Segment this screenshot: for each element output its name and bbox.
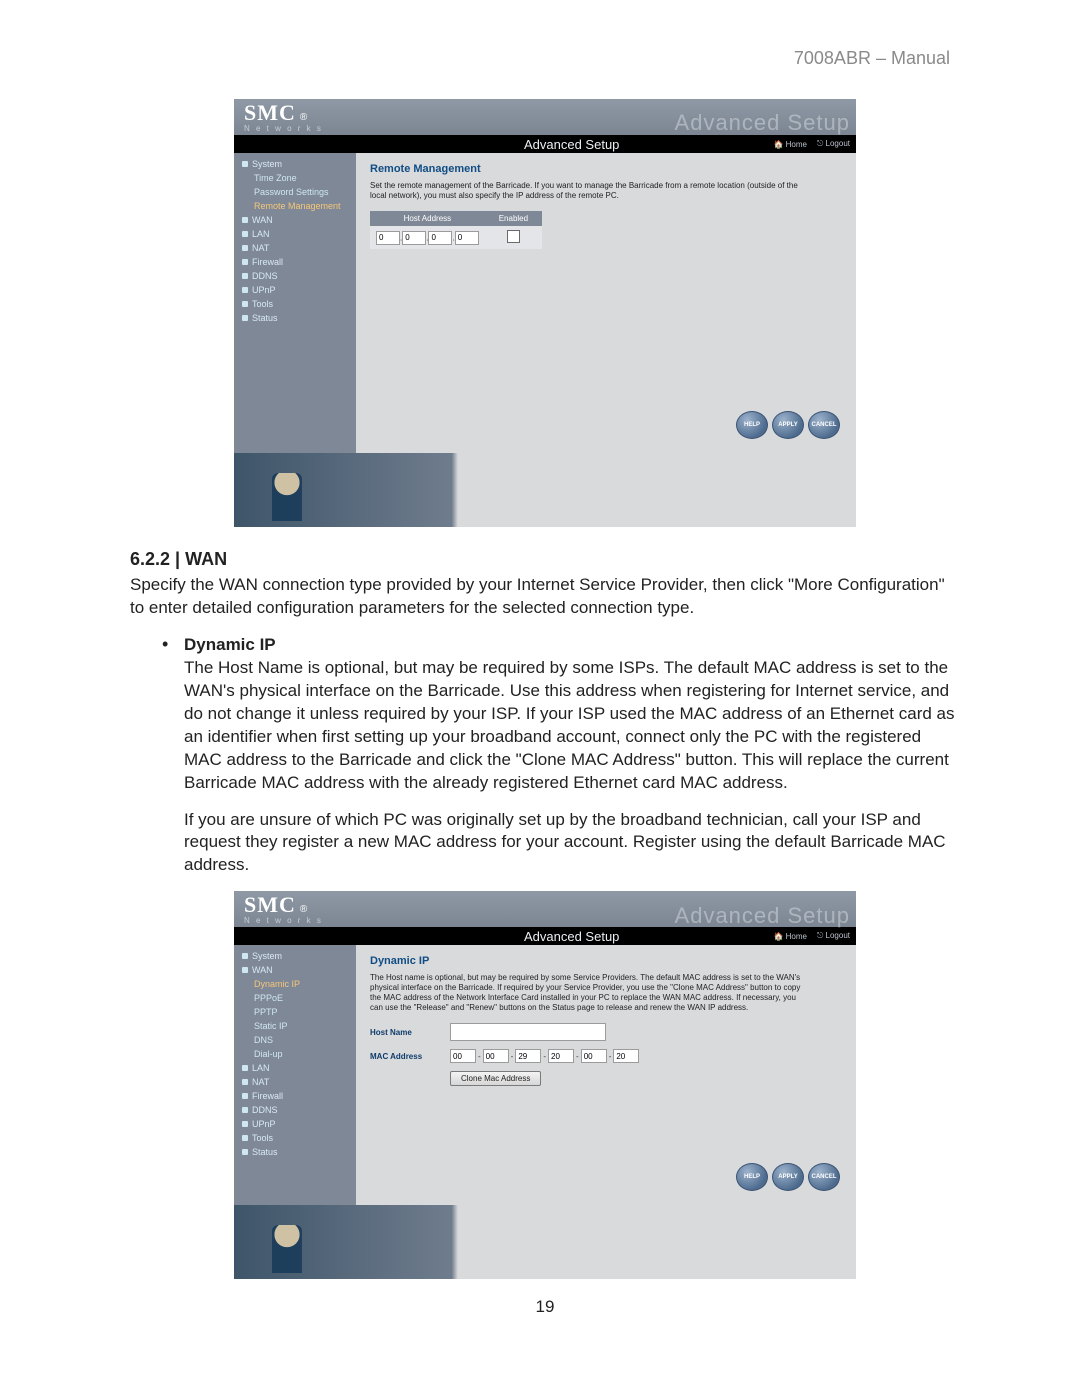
router-sidebar: SystemTime ZonePassword SettingsRemote M… bbox=[234, 153, 356, 453]
sidebar-item-wan[interactable]: WAN bbox=[240, 213, 352, 227]
sidebar-item-pptp[interactable]: PPTP bbox=[252, 1005, 352, 1019]
help-button[interactable]: HELP bbox=[736, 1163, 768, 1191]
th-enabled: Enabled bbox=[485, 211, 542, 226]
cancel-button[interactable]: CANCEL bbox=[808, 411, 840, 439]
sidebar-item-status[interactable]: Status bbox=[240, 1145, 352, 1159]
sidebar-item-nat[interactable]: NAT bbox=[240, 1075, 352, 1089]
help-button[interactable]: HELP bbox=[736, 411, 768, 439]
sidebar-item-remote-management[interactable]: Remote Management bbox=[252, 199, 352, 213]
bullet-title-dynamic-ip: Dynamic IP bbox=[184, 635, 276, 655]
advanced-setup-bar-title: Advanced Setup bbox=[524, 929, 619, 944]
sidebar-item-upnp[interactable]: UPnP bbox=[240, 1117, 352, 1131]
page-number: 19 bbox=[130, 1297, 960, 1317]
sidebar-item-time-zone[interactable]: Time Zone bbox=[252, 171, 352, 185]
smc-logo-sub: N e t w o r k s bbox=[244, 916, 323, 925]
host-name-label: Host Name bbox=[370, 1028, 440, 1037]
sidebar-item-password-settings[interactable]: Password Settings bbox=[252, 185, 352, 199]
sidebar-item-system[interactable]: System bbox=[240, 949, 352, 963]
sidebar-item-static-ip[interactable]: Static IP bbox=[252, 1019, 352, 1033]
section-intro: Specify the WAN connection type provided… bbox=[130, 574, 960, 620]
logout-link[interactable]: ⎋ Logout bbox=[817, 139, 850, 149]
logout-link[interactable]: ⎋ Logout bbox=[817, 931, 850, 941]
sidebar-item-system[interactable]: System bbox=[240, 157, 352, 171]
remote-management-table: Host Address Enabled ... bbox=[370, 211, 542, 249]
advanced-setup-ghost: Advanced Setup bbox=[675, 906, 850, 926]
mac-address-label: MAC Address bbox=[370, 1052, 440, 1061]
apply-button[interactable]: APPLY bbox=[772, 1163, 804, 1191]
ip-octet-2[interactable] bbox=[402, 231, 426, 245]
mac-byte-2[interactable] bbox=[483, 1049, 509, 1063]
sidebar-item-wan[interactable]: WAN bbox=[240, 963, 352, 977]
section-heading-wan: 6.2.2 | WAN bbox=[130, 549, 960, 570]
sidebar-item-dynamic-ip[interactable]: Dynamic IP bbox=[252, 977, 352, 991]
apply-button[interactable]: APPLY bbox=[772, 411, 804, 439]
mac-byte-3[interactable] bbox=[515, 1049, 541, 1063]
router-sidebar: SystemWANDynamic IPPPPoEPPTPStatic IPDNS… bbox=[234, 945, 356, 1205]
smc-logo-reg: ® bbox=[300, 904, 307, 915]
smc-logo-sub: N e t w o r k s bbox=[244, 124, 323, 133]
home-link[interactable]: 🏠 Home bbox=[773, 140, 807, 149]
ip-octet-1[interactable] bbox=[376, 231, 400, 245]
sidebar-item-upnp[interactable]: UPnP bbox=[240, 283, 352, 297]
sidebar-item-ddns[interactable]: DDNS bbox=[240, 269, 352, 283]
enabled-checkbox[interactable] bbox=[507, 230, 520, 243]
sidebar-item-firewall[interactable]: Firewall bbox=[240, 1089, 352, 1103]
smc-logo: SMC bbox=[244, 892, 296, 918]
advanced-setup-ghost: Advanced Setup bbox=[675, 113, 850, 133]
ip-octet-3[interactable] bbox=[428, 231, 452, 245]
router-screenshot-dynamic-ip: SMC ® N e t w o r k s Advanced Setup Adv… bbox=[234, 891, 856, 1279]
sidebar-item-tools[interactable]: Tools bbox=[240, 1131, 352, 1145]
mac-byte-6[interactable] bbox=[613, 1049, 639, 1063]
smc-logo: SMC bbox=[244, 100, 296, 126]
router-screenshot-remote-management: SMC ® N e t w o r k s Advanced Setup Adv… bbox=[234, 99, 856, 527]
sidebar-item-firewall[interactable]: Firewall bbox=[240, 255, 352, 269]
router-footer-image bbox=[234, 1205, 856, 1279]
router-footer-image bbox=[234, 453, 856, 527]
bullet-dot: • bbox=[162, 634, 184, 655]
sidebar-item-lan[interactable]: LAN bbox=[240, 1061, 352, 1075]
sidebar-item-pppoe[interactable]: PPPoE bbox=[252, 991, 352, 1005]
home-link[interactable]: 🏠 Home bbox=[773, 932, 807, 941]
smc-logo-reg: ® bbox=[300, 112, 307, 123]
sidebar-item-status[interactable]: Status bbox=[240, 311, 352, 325]
mac-byte-4[interactable] bbox=[548, 1049, 574, 1063]
cancel-button[interactable]: CANCEL bbox=[808, 1163, 840, 1191]
th-host-address: Host Address bbox=[370, 211, 485, 226]
manual-header: 7008ABR – Manual bbox=[130, 48, 960, 69]
sidebar-item-lan[interactable]: LAN bbox=[240, 227, 352, 241]
sidebar-item-dns[interactable]: DNS bbox=[252, 1033, 352, 1047]
dynamic-ip-paragraph-2: If you are unsure of which PC was origin… bbox=[184, 809, 960, 878]
sidebar-item-ddns[interactable]: DDNS bbox=[240, 1103, 352, 1117]
clone-mac-address-button[interactable]: Clone Mac Address bbox=[450, 1071, 541, 1086]
sidebar-item-dial-up[interactable]: Dial-up bbox=[252, 1047, 352, 1061]
panel-description: The Host name is optional, but may be re… bbox=[370, 973, 810, 1013]
sidebar-item-nat[interactable]: NAT bbox=[240, 241, 352, 255]
mac-byte-5[interactable] bbox=[581, 1049, 607, 1063]
panel-description: Set the remote management of the Barrica… bbox=[370, 181, 810, 201]
ip-octet-4[interactable] bbox=[455, 231, 479, 245]
panel-title: Dynamic IP bbox=[370, 955, 842, 967]
host-name-input[interactable] bbox=[450, 1023, 606, 1041]
mac-byte-1[interactable] bbox=[450, 1049, 476, 1063]
panel-title: Remote Management bbox=[370, 163, 842, 175]
dynamic-ip-paragraph-1: The Host Name is optional, but may be re… bbox=[184, 657, 960, 795]
advanced-setup-bar-title: Advanced Setup bbox=[524, 137, 619, 152]
sidebar-item-tools[interactable]: Tools bbox=[240, 297, 352, 311]
